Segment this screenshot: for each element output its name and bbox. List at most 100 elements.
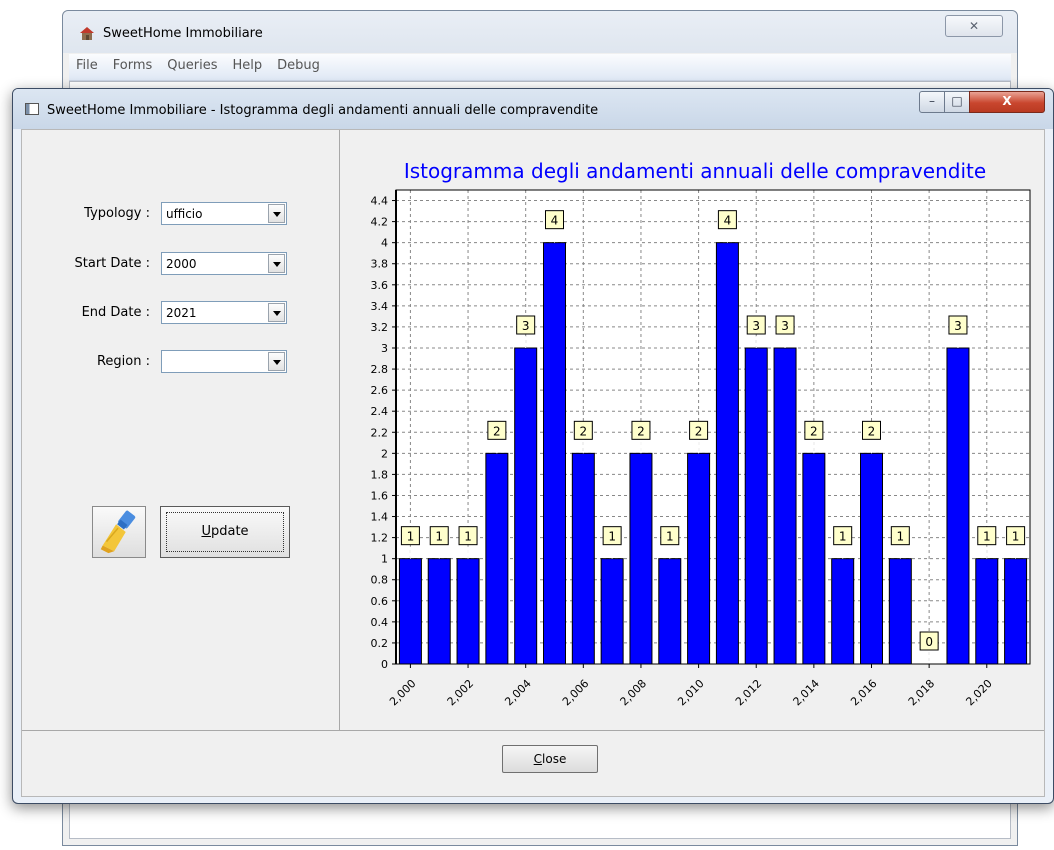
y-tick-label: 2.8 (371, 363, 389, 376)
main-titlebar: SweetHome Immobiliare ✕ (63, 11, 1017, 53)
bar (600, 558, 624, 665)
y-tick-label: 1.4 (371, 511, 389, 524)
data-label: 3 (522, 319, 530, 333)
y-tick-label: 0.4 (371, 616, 389, 629)
bar (744, 347, 768, 665)
bar (543, 242, 566, 665)
y-tick-label: 4 (381, 237, 388, 250)
typology-value: ufficio (166, 207, 203, 221)
data-label: 1 (666, 530, 674, 544)
y-tick-label: 4.2 (371, 216, 389, 229)
dialog-client: Typology : ufficio Start Date : 2000 End… (21, 129, 1045, 797)
dialog-titlebar: SweetHome Immobiliare - Istogramma degli… (13, 89, 1053, 129)
y-tick-label: 3 (381, 342, 388, 355)
menu-file[interactable]: File (69, 54, 106, 73)
y-tick-label: 0.6 (371, 595, 389, 608)
bar (975, 558, 999, 665)
chevron-down-icon[interactable] (268, 303, 285, 322)
x-tick-label: 2,016 (848, 677, 879, 708)
bar (888, 558, 912, 665)
data-label: 2 (579, 424, 587, 438)
y-tick-label: 2.6 (371, 384, 389, 397)
end-date-select[interactable]: 2021 (161, 301, 287, 324)
chevron-down-icon[interactable] (268, 204, 285, 223)
house-icon (80, 27, 94, 40)
start-date-select[interactable]: 2000 (161, 252, 287, 275)
data-label: 4 (551, 214, 559, 228)
bar (485, 452, 509, 665)
close-button[interactable]: Close (502, 745, 598, 773)
window-icon (25, 103, 39, 115)
data-label: 2 (868, 424, 876, 438)
y-tick-label: 2 (381, 447, 388, 460)
data-label: 2 (493, 424, 501, 438)
y-tick-label: 0.8 (371, 574, 389, 587)
chevron-down-icon[interactable] (268, 352, 285, 371)
main-close-button[interactable]: ✕ (945, 15, 1003, 37)
data-label: 1 (1012, 530, 1020, 544)
data-label: 1 (608, 530, 616, 544)
chart-title: Istogramma degli andamenti annuali delle… (404, 159, 986, 183)
x-tick-label: 2,004 (502, 677, 533, 708)
region-select[interactable] (161, 350, 287, 373)
clear-button[interactable] (92, 506, 146, 558)
typology-select[interactable]: ufficio (161, 202, 287, 225)
menu-help[interactable]: Help (226, 54, 271, 73)
y-tick-label: 2.2 (371, 426, 389, 439)
bar (571, 452, 595, 665)
histogram-chart: Istogramma degli andamenti annuali delle… (371, 159, 1031, 708)
end-date-label: End Date : (81, 305, 150, 320)
close-window-button[interactable]: X (969, 91, 1045, 113)
update-button[interactable]: Update (160, 506, 290, 558)
broom-icon (100, 510, 136, 554)
data-label: 4 (724, 214, 732, 228)
data-label: 2 (810, 424, 818, 438)
data-label: 3 (781, 319, 789, 333)
menu-queries[interactable]: Queries (160, 54, 225, 73)
minimize-button[interactable]: – (919, 91, 945, 113)
data-label: 2 (695, 424, 703, 438)
data-label: 1 (407, 530, 415, 544)
bar (514, 347, 538, 665)
y-tick-label: 3.6 (371, 279, 389, 292)
y-tick-label: 1.6 (371, 489, 389, 502)
chevron-down-icon[interactable] (268, 254, 285, 273)
y-tick-label: 3.8 (371, 258, 389, 271)
bar (802, 452, 826, 665)
x-tick-label: 2,006 (560, 677, 591, 708)
focus-rect (166, 512, 284, 552)
x-tick-label: 2,014 (791, 677, 822, 708)
data-label: 3 (954, 319, 962, 333)
y-tick-label: 0.2 (371, 637, 389, 650)
menu-forms[interactable]: Forms (106, 54, 161, 73)
close-mnemonic: C (533, 752, 543, 766)
bar (715, 242, 739, 665)
data-label: 3 (752, 319, 760, 333)
bar (773, 347, 797, 665)
y-tick-label: 0 (381, 658, 388, 671)
menubar: File Forms Queries Help Debug (69, 54, 1011, 81)
data-label: 1 (839, 530, 847, 544)
bar (860, 452, 883, 665)
chart-panel: Istogramma degli andamenti annuali delle… (340, 130, 1044, 730)
close-label: lose (542, 752, 567, 766)
start-date-label: Start Date : (74, 256, 150, 271)
menu-debug[interactable]: Debug (270, 54, 328, 73)
y-tick-label: 1 (381, 553, 388, 566)
x-tick-label: 2,002 (445, 677, 476, 708)
bar (831, 558, 855, 665)
x-tick-label: 2,000 (387, 677, 418, 708)
end-date-value: 2021 (166, 306, 197, 320)
bar (687, 452, 711, 665)
data-label: 1 (983, 530, 991, 544)
x-tick-label: 2,012 (733, 677, 764, 708)
filter-panel: Typology : ufficio Start Date : 2000 End… (22, 130, 340, 730)
y-tick-label: 1.2 (371, 532, 389, 545)
maximize-button[interactable]: □ (944, 91, 970, 113)
data-label: 0 (925, 635, 933, 649)
y-tick-label: 3.4 (371, 300, 389, 313)
x-tick-label: 2,010 (675, 677, 706, 708)
data-label: 2 (637, 424, 645, 438)
y-tick-label: 2.4 (371, 405, 389, 418)
typology-label: Typology : (84, 206, 150, 221)
